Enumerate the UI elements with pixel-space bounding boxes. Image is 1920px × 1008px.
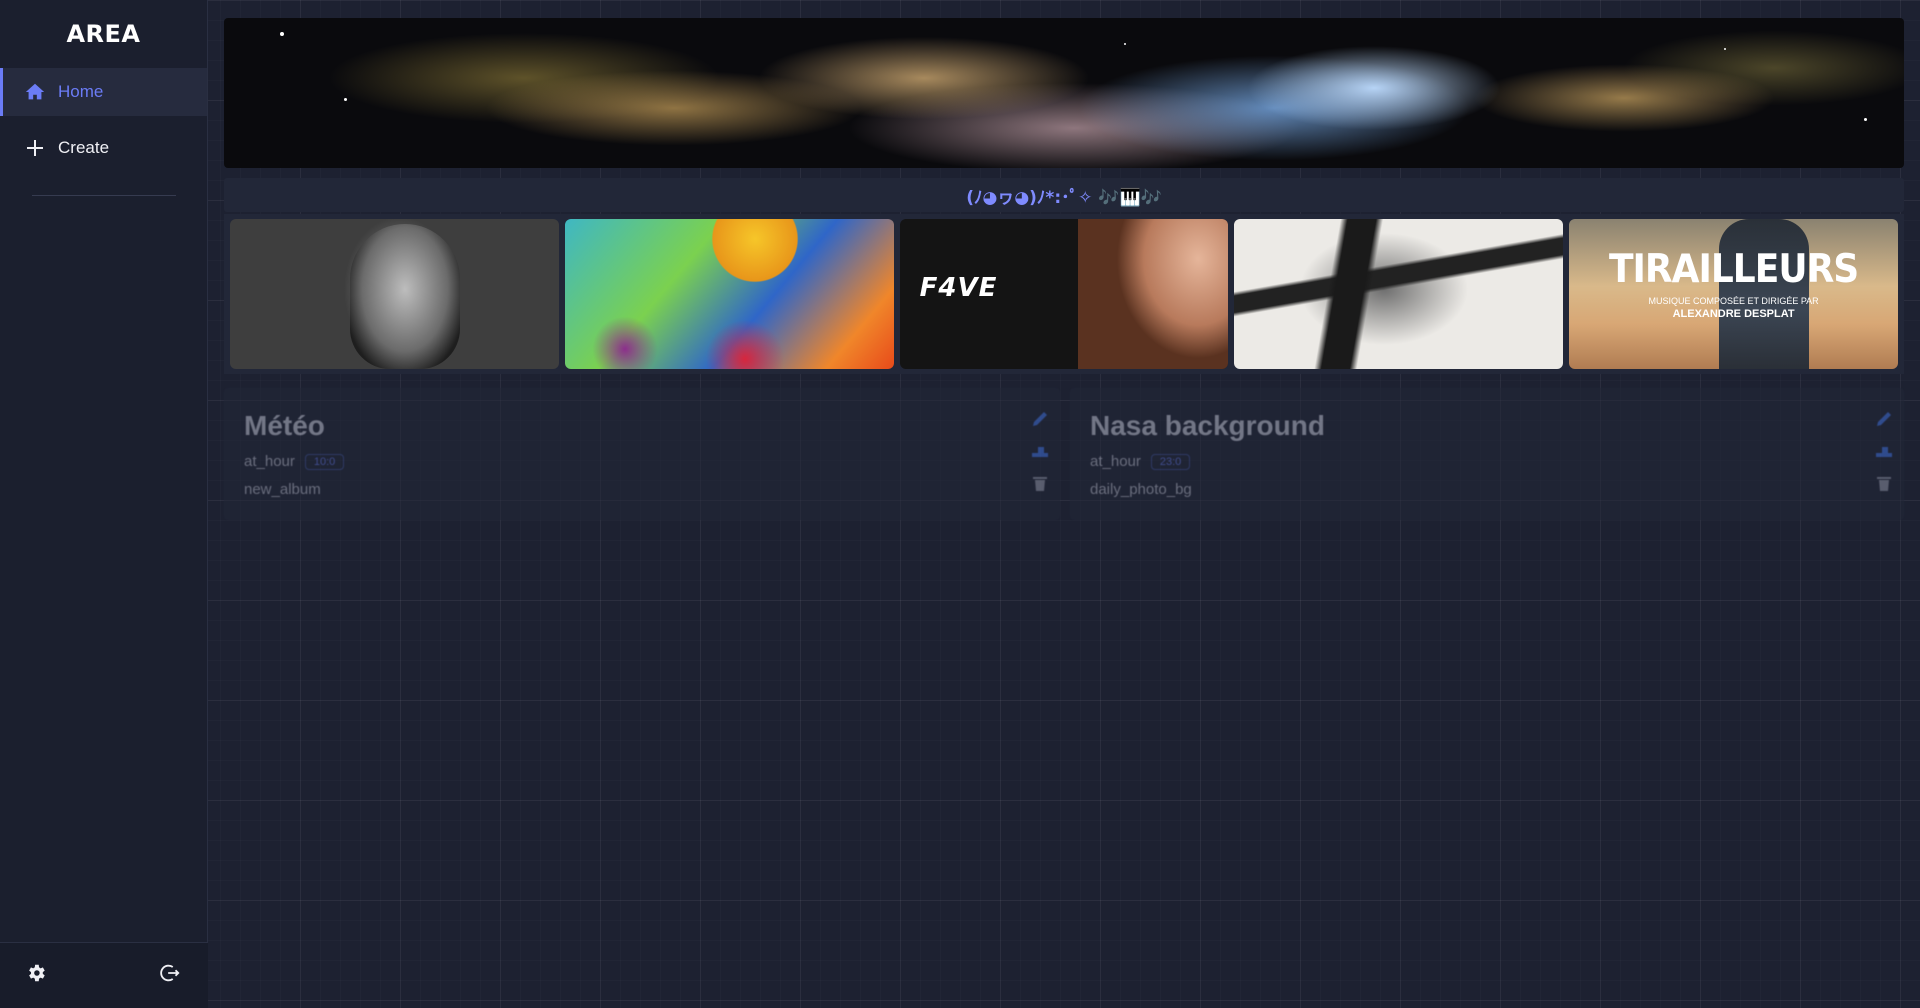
area-time-badge: 10:0 bbox=[304, 453, 345, 470]
album-logo: F4VE bbox=[919, 273, 998, 303]
area-time-badge: 23:0 bbox=[1150, 453, 1191, 470]
area-tools bbox=[1028, 410, 1052, 496]
delete-button[interactable] bbox=[1872, 474, 1896, 496]
album-card-painted-sun[interactable] bbox=[564, 219, 894, 369]
album-list: F4VE TIRAILLEURS MUSIQUE COMPOSÉE ET DIR… bbox=[224, 214, 1904, 374]
home-icon bbox=[24, 81, 46, 103]
music-status-bar: (ﾉ◕ヮ◕)ﾉ*:･ﾟ✧ 🎶🎹🎶 bbox=[224, 178, 1904, 212]
sidebar-item-create[interactable]: Create bbox=[0, 124, 207, 172]
area-action-label: at_hour bbox=[1090, 453, 1141, 470]
area-reaction: new_album bbox=[244, 481, 321, 498]
album-cover-figure bbox=[1719, 219, 1810, 369]
album-card-tirailleurs[interactable]: TIRAILLEURS MUSIQUE COMPOSÉE ET DIRIGÉE … bbox=[1569, 219, 1898, 369]
area-tools bbox=[1872, 410, 1896, 496]
gear-icon bbox=[25, 962, 47, 989]
area-action: at_hour 10:0 bbox=[244, 453, 345, 470]
trash-icon bbox=[1874, 473, 1894, 498]
album-title: TIRAILLEURS bbox=[1608, 246, 1859, 293]
sidebar-footer bbox=[0, 942, 208, 1008]
album-cover-portrait bbox=[350, 224, 460, 369]
nasa-banner-image bbox=[224, 18, 1904, 168]
area-title: Météo bbox=[244, 410, 325, 441]
album-card-five[interactable]: F4VE bbox=[899, 219, 1229, 369]
edit-button[interactable] bbox=[1028, 410, 1052, 432]
edit-button[interactable] bbox=[1872, 410, 1896, 432]
album-card-portrait[interactable] bbox=[230, 219, 559, 369]
pencil-icon bbox=[1030, 409, 1050, 434]
logout-button[interactable] bbox=[158, 964, 182, 988]
sidebar-item-label: Home bbox=[58, 82, 104, 101]
sidebar-item-label: Create bbox=[58, 138, 110, 157]
sidebar-divider bbox=[32, 195, 176, 196]
logout-icon bbox=[159, 962, 181, 989]
album-cover-face bbox=[1078, 219, 1229, 369]
area-action-label: at_hour bbox=[244, 453, 295, 470]
toggle-icon bbox=[1030, 441, 1050, 466]
pencil-icon bbox=[1874, 409, 1894, 434]
album-subtitle: MUSIQUE COMPOSÉE ET DIRIGÉE PAR bbox=[1648, 296, 1819, 306]
sidebar-item-home[interactable]: Home bbox=[0, 68, 207, 116]
brand-title: AREA bbox=[66, 20, 141, 48]
album-author: ALEXANDRE DESPLAT bbox=[1672, 308, 1795, 320]
plus-icon bbox=[24, 137, 46, 159]
area-title: Nasa background bbox=[1090, 410, 1325, 441]
settings-button[interactable] bbox=[24, 964, 48, 988]
toggle-icon bbox=[1874, 441, 1894, 466]
trash-icon bbox=[1030, 473, 1050, 498]
toggle-button[interactable] bbox=[1028, 442, 1052, 464]
area-action: at_hour 23:0 bbox=[1090, 453, 1191, 470]
area-card-nasa-background[interactable]: Nasa background at_hour 23:0 daily_photo… bbox=[1070, 388, 1904, 520]
delete-button[interactable] bbox=[1028, 474, 1052, 496]
area-reaction: daily_photo_bg bbox=[1090, 481, 1192, 498]
album-card-ink[interactable] bbox=[1234, 219, 1564, 369]
area-card-meteo[interactable]: Météo at_hour 10:0 new_album bbox=[224, 388, 1060, 520]
toggle-button[interactable] bbox=[1872, 442, 1896, 464]
sidebar: AREA Home Create bbox=[0, 0, 208, 1008]
